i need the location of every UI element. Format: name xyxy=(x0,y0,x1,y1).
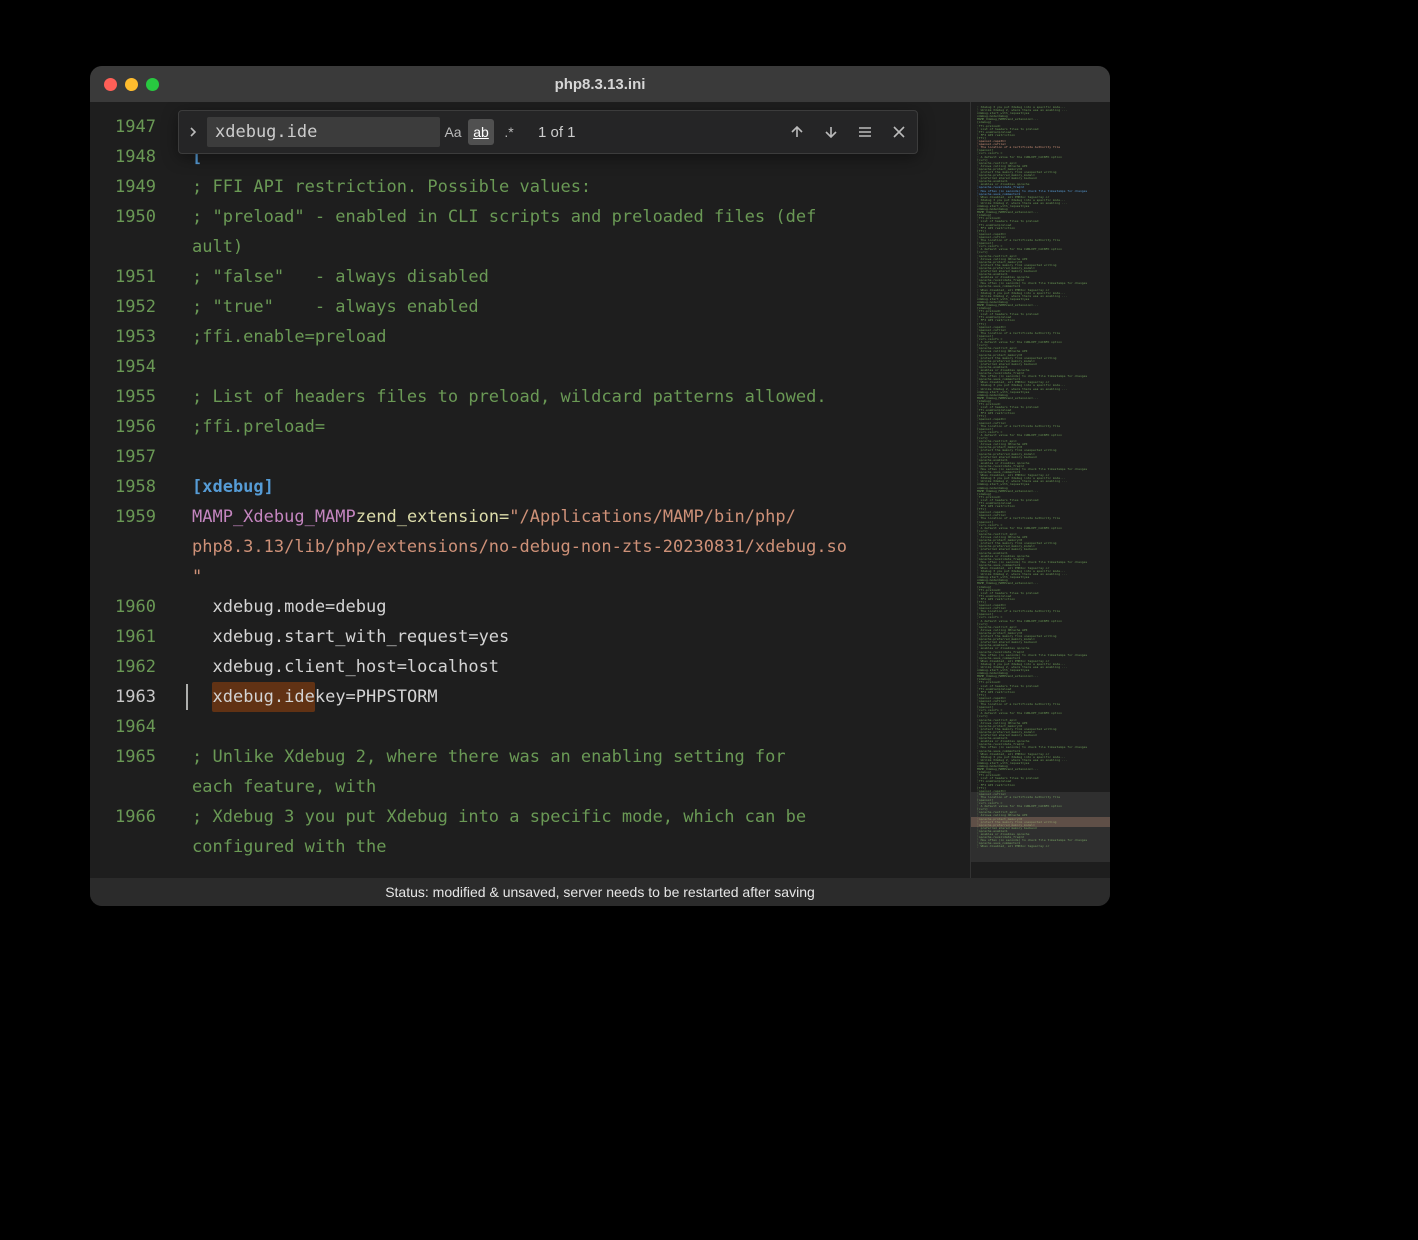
code-line[interactable]: ; "preload" - enabled in CLI scripts and… xyxy=(192,202,970,232)
code-line[interactable]: MAMP_Xdebug_MAMPzend_extension="/Applica… xyxy=(192,502,970,532)
find-input[interactable] xyxy=(207,117,440,147)
line-number: 1947 xyxy=(90,112,170,142)
find-next-icon[interactable] xyxy=(821,122,841,142)
line-number: 1949 xyxy=(90,172,170,202)
code-line[interactable]: ; Unlike Xdebug 2, where there was an en… xyxy=(192,742,970,772)
minimap-viewport[interactable] xyxy=(971,792,1110,862)
line-number: 1952 xyxy=(90,292,170,322)
line-number: 1960 xyxy=(90,592,170,622)
minimize-window-button[interactable] xyxy=(125,78,138,91)
titlebar: php8.3.13.ini xyxy=(90,66,1110,102)
code-line[interactable]: configured with the xyxy=(192,832,970,862)
editor-body: Aa ab .* 1 of 1 19471948 xyxy=(90,102,1110,878)
editor-window: php8.3.13.ini Aa ab .* 1 of 1 xyxy=(90,66,1110,906)
line-number: 1961 xyxy=(90,622,170,652)
status-text: Status: modified & unsaved, server needs… xyxy=(385,884,815,900)
line-number: 1951 xyxy=(90,262,170,292)
line-number: 1966 xyxy=(90,802,170,832)
find-in-selection-icon[interactable] xyxy=(855,122,875,142)
code-line[interactable] xyxy=(192,712,970,742)
code-line[interactable]: ; List of headers files to preload, wild… xyxy=(192,382,970,412)
minimap[interactable]: ; Xdebug 3 you put Xdebug into a specifi… xyxy=(970,102,1110,878)
line-number-gutter: 1947194819491950.19511952195319541955195… xyxy=(90,102,170,878)
code-line[interactable]: " xyxy=(192,562,970,592)
code-line[interactable]: xdebug.start_with_request=yes xyxy=(192,622,970,652)
code-line[interactable]: ; Xdebug 3 you put Xdebug into a specifi… xyxy=(192,802,970,832)
find-bar: Aa ab .* 1 of 1 xyxy=(178,110,918,154)
match-case-toggle[interactable]: Aa xyxy=(440,119,466,145)
code-line[interactable] xyxy=(192,442,970,472)
regex-toggle[interactable]: .* xyxy=(496,119,522,145)
code-line[interactable]: ; FFI API restriction. Possible values: xyxy=(192,172,970,202)
line-number: 1953 xyxy=(90,322,170,352)
line-number: 1963 xyxy=(90,682,170,712)
code-line[interactable]: ;ffi.preload= xyxy=(192,412,970,442)
line-number: 1955 xyxy=(90,382,170,412)
line-number: 1954 xyxy=(90,352,170,382)
find-prev-icon[interactable] xyxy=(787,122,807,142)
close-find-icon[interactable] xyxy=(889,122,909,142)
zoom-window-button[interactable] xyxy=(146,78,159,91)
code-line[interactable]: xdebug.client_host=localhost xyxy=(192,652,970,682)
code-line[interactable]: each feature, with xyxy=(192,772,970,802)
traffic-lights xyxy=(104,78,159,91)
line-number: 1958 xyxy=(90,472,170,502)
code-line[interactable]: [xdebug] xyxy=(192,472,970,502)
line-number: 1957 xyxy=(90,442,170,472)
code-line[interactable]: ault) xyxy=(192,232,970,262)
line-number: 1948 xyxy=(90,142,170,172)
code-line[interactable]: xdebug.idekey=PHPSTORM xyxy=(192,682,970,712)
whole-word-toggle[interactable]: ab xyxy=(468,119,494,145)
line-number: 1956 xyxy=(90,412,170,442)
close-window-button[interactable] xyxy=(104,78,117,91)
code-line[interactable]: ; "true" - always enabled xyxy=(192,292,970,322)
toggle-replace-icon[interactable] xyxy=(183,123,203,142)
line-number: 1964 xyxy=(90,712,170,742)
code-line[interactable] xyxy=(192,352,970,382)
line-number: 1965 xyxy=(90,742,170,772)
line-number: 1950 xyxy=(90,202,170,232)
find-options: Aa ab .* xyxy=(440,119,522,145)
code-line[interactable]: xdebug.mode=debug xyxy=(192,592,970,622)
find-match-count: 1 of 1 xyxy=(538,124,576,141)
code-line[interactable]: ;ffi.enable=preload xyxy=(192,322,970,352)
code-line[interactable]: php8.3.13/lib/php/extensions/no-debug-no… xyxy=(192,532,970,562)
line-number: 1962 xyxy=(90,652,170,682)
code-line[interactable]: ; "false" - always disabled xyxy=(192,262,970,292)
line-number: 1959 xyxy=(90,502,170,532)
window-title: php8.3.13.ini xyxy=(90,76,1110,93)
status-bar: Status: modified & unsaved, server needs… xyxy=(90,878,1110,906)
code-area[interactable]: [ffi][; FFI API restriction. Possible va… xyxy=(170,102,970,878)
